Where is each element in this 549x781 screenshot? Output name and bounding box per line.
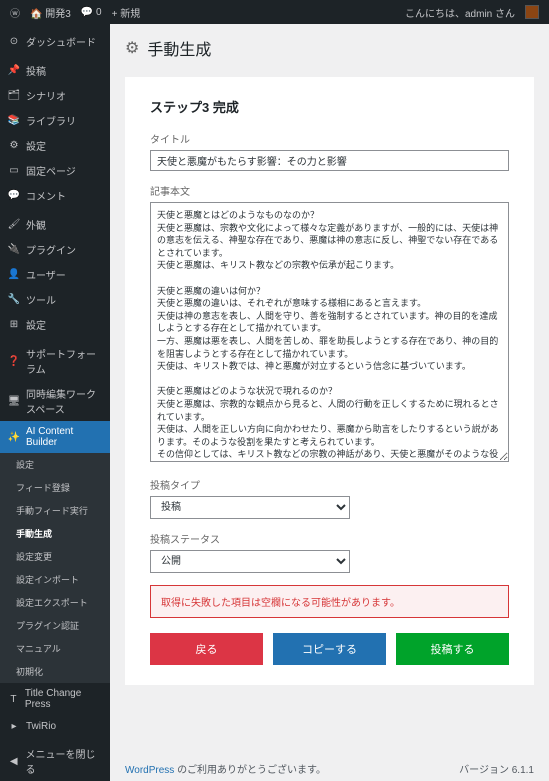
alert-message: 取得に失敗した項目は空欄になる可能性があります。 <box>150 585 509 618</box>
gear-icon: ⚙ <box>8 140 20 152</box>
back-button[interactable]: 戻る <box>150 633 263 665</box>
menu-support[interactable]: ❓サポートフォーラム <box>0 341 110 381</box>
ai-icon: ✨ <box>8 431 20 443</box>
site-home[interactable]: 🏠 開発3 <box>30 5 71 20</box>
poststatus-select[interactable]: 公開 <box>150 550 350 573</box>
submenu-setting-import[interactable]: 設定インポート <box>0 568 110 591</box>
new-content[interactable]: + 新規 <box>112 5 141 20</box>
posttype-label: 投稿タイプ <box>150 477 509 492</box>
menu-tools[interactable]: 🔧ツール <box>0 287 110 312</box>
submenu-setting[interactable]: 設定 <box>0 453 110 476</box>
book-icon: 📚 <box>8 115 20 127</box>
user-icon: 👤 <box>8 269 20 281</box>
menu-plugins[interactable]: 🔌プラグイン <box>0 237 110 262</box>
doc-icon: 🗂 <box>8 90 20 102</box>
menu-settings[interactable]: ⚙設定 <box>0 133 110 158</box>
post-button[interactable]: 投稿する <box>396 633 509 665</box>
help-icon: ❓ <box>8 355 20 367</box>
submenu-setting-change[interactable]: 設定変更 <box>0 545 110 568</box>
title-label: タイトル <box>150 131 509 146</box>
menu-twirio[interactable]: ▸TwiRio <box>0 715 110 737</box>
menu-users[interactable]: 👤ユーザー <box>0 262 110 287</box>
page-icon: ▭ <box>8 165 20 177</box>
workspace-icon: 🖥 <box>8 395 20 407</box>
twirio-icon: ▸ <box>8 720 20 732</box>
menu-dashboard[interactable]: ⊙ダッシュボード <box>0 29 110 54</box>
submenu-setting-export[interactable]: 設定エクスポート <box>0 591 110 614</box>
admin-sidebar: ⊙ダッシュボード 📌投稿 🗂シナリオ 📚ライブラリ ⚙設定 ▭固定ページ 💬コメ… <box>0 24 110 781</box>
plug-icon: 🔌 <box>8 244 20 256</box>
posttype-select[interactable]: 投稿 <box>150 496 350 519</box>
body-textarea[interactable] <box>150 202 509 462</box>
comments-count[interactable]: 💬 0 <box>81 7 102 18</box>
menu-ai-builder[interactable]: ✨AI Content Builder <box>0 421 110 453</box>
brush-icon: 🖌 <box>8 219 20 231</box>
copy-button[interactable]: コピーする <box>273 633 386 665</box>
submenu-init[interactable]: 初期化 <box>0 660 110 683</box>
submenu-feed-reg[interactable]: フィード登録 <box>0 476 110 499</box>
wrench-icon: 🔧 <box>8 294 20 306</box>
footer-thanks: WordPress のご利用ありがとうございます。 <box>125 761 326 776</box>
pin-icon: 📌 <box>8 65 20 77</box>
menu-comments[interactable]: 💬コメント <box>0 183 110 208</box>
menu-workspace[interactable]: 🖥同時編集ワークスペース <box>0 381 110 421</box>
submenu-feed-exec[interactable]: 手動フィード実行 <box>0 499 110 522</box>
poststatus-label: 投稿ステータス <box>150 531 509 546</box>
menu-settings2[interactable]: ⊞設定 <box>0 312 110 337</box>
submenu-manual[interactable]: マニュアル <box>0 637 110 660</box>
step-title: ステップ3 完成 <box>150 97 509 116</box>
greeting[interactable]: こんにちは、admin さん <box>405 5 515 20</box>
slider-icon: ⊞ <box>8 319 20 331</box>
page-title: 手動生成 <box>147 36 211 60</box>
menu-collapse[interactable]: ◀メニューを閉じる <box>0 741 110 781</box>
title-input[interactable] <box>150 150 509 171</box>
menu-scenario[interactable]: 🗂シナリオ <box>0 83 110 108</box>
submenu-plugin-auth[interactable]: プラグイン認証 <box>0 614 110 637</box>
menu-posts[interactable]: 📌投稿 <box>0 58 110 83</box>
gear-icon: ⚙ <box>125 38 139 58</box>
comment-icon: 💬 <box>8 190 20 202</box>
menu-title-change[interactable]: TTitle Change Press <box>0 683 110 715</box>
avatar[interactable] <box>525 5 539 19</box>
menu-appearance[interactable]: 🖌外観 <box>0 212 110 237</box>
menu-library[interactable]: 📚ライブラリ <box>0 108 110 133</box>
dashboard-icon: ⊙ <box>8 36 20 48</box>
wp-link[interactable]: WordPress <box>125 765 174 776</box>
submenu-manual-gen[interactable]: 手動生成 <box>0 522 110 545</box>
title-icon: T <box>8 693 19 705</box>
content-card: ステップ3 完成 タイトル 記事本文 投稿タイプ 投稿 投稿ステータス 公開 取… <box>125 77 534 685</box>
footer-version: バージョン 6.1.1 <box>459 761 534 776</box>
collapse-icon: ◀ <box>8 755 19 767</box>
menu-pages[interactable]: ▭固定ページ <box>0 158 110 183</box>
wp-logo-icon[interactable]: ⓦ <box>10 5 20 20</box>
body-label: 記事本文 <box>150 183 509 198</box>
